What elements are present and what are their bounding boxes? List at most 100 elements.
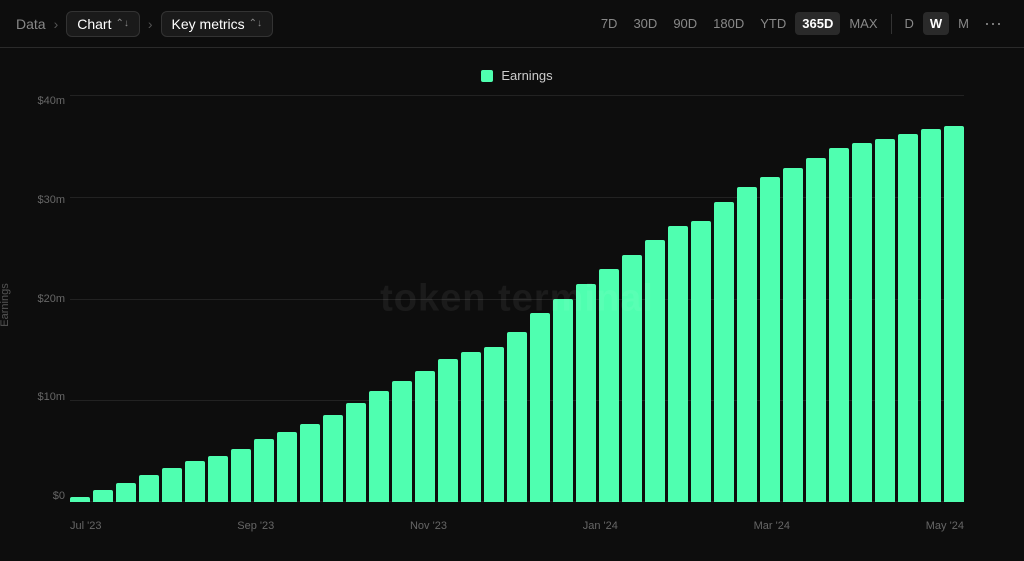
bar-wrapper-13: [369, 95, 389, 502]
interval-btn-w[interactable]: W: [923, 12, 949, 35]
bar-37[interactable]: [921, 129, 941, 502]
bar-25[interactable]: [645, 240, 665, 502]
more-options-button[interactable]: ···: [978, 11, 1008, 36]
bar-0[interactable]: [70, 497, 90, 502]
bar-15[interactable]: [415, 371, 435, 502]
bar-wrapper-12: [346, 95, 366, 502]
bar-wrapper-8: [254, 95, 274, 502]
bar-10[interactable]: [300, 424, 320, 502]
bar-wrapper-16: [438, 95, 458, 502]
bar-wrapper-14: [392, 95, 412, 502]
time-btn-90d[interactable]: 90D: [666, 12, 704, 35]
bar-wrapper-6: [208, 95, 228, 502]
bar-wrapper-1: [93, 95, 113, 502]
metrics-chevron-icon: ⌃↓: [249, 18, 262, 29]
breadcrumb-sep-2: ›: [148, 16, 153, 32]
bar-wrapper-15: [415, 95, 435, 502]
y-axis-title: Earnings: [0, 283, 11, 326]
bar-wrapper-18: [484, 95, 504, 502]
x-label-may24: May '24: [926, 520, 964, 532]
bar-30[interactable]: [760, 177, 780, 502]
chart-chevron-icon: ⌃↓: [115, 18, 128, 29]
x-label-mar24: Mar '24: [754, 520, 790, 532]
bar-33[interactable]: [829, 148, 849, 502]
time-controls: 7D 30D 90D 180D YTD 365D MAX D W M ···: [594, 11, 1008, 36]
bar-18[interactable]: [484, 347, 504, 502]
bar-wrapper-22: [576, 95, 596, 502]
time-btn-ytd[interactable]: YTD: [753, 12, 793, 35]
bar-5[interactable]: [185, 461, 205, 502]
bar-wrapper-21: [553, 95, 573, 502]
bar-23[interactable]: [599, 269, 619, 502]
time-btn-30d[interactable]: 30D: [626, 12, 664, 35]
bar-21[interactable]: [553, 299, 573, 503]
chart-dropdown[interactable]: Chart ⌃↓: [66, 11, 140, 37]
bar-wrapper-11: [323, 95, 343, 502]
bar-wrapper-34: [852, 95, 872, 502]
breadcrumb-data[interactable]: Data: [16, 16, 46, 32]
bar-1[interactable]: [93, 490, 113, 502]
time-btn-max[interactable]: MAX: [842, 12, 884, 35]
earnings-legend-dot: [481, 70, 493, 82]
bar-6[interactable]: [208, 456, 228, 503]
bar-26[interactable]: [668, 226, 688, 502]
bar-8[interactable]: [254, 439, 274, 502]
bar-2[interactable]: [116, 483, 136, 502]
bar-31[interactable]: [783, 168, 803, 502]
bar-28[interactable]: [714, 202, 734, 502]
bar-wrapper-36: [898, 95, 918, 502]
bar-wrapper-24: [622, 95, 642, 502]
bar-38[interactable]: [944, 126, 964, 502]
bar-35[interactable]: [875, 139, 895, 502]
bar-14[interactable]: [392, 381, 412, 502]
bar-24[interactable]: [622, 255, 642, 502]
bar-wrapper-37: [921, 95, 941, 502]
bar-3[interactable]: [139, 475, 159, 502]
bar-wrapper-33: [829, 95, 849, 502]
chart-area: Earnings $40m $30m $20m $10m $0 token te…: [70, 95, 964, 502]
y-label-10m: $10m: [15, 391, 65, 403]
bar-wrapper-7: [231, 95, 251, 502]
y-label-20m: $20m: [15, 293, 65, 305]
earnings-legend-label: Earnings: [501, 68, 552, 83]
bar-wrapper-26: [668, 95, 688, 502]
bar-wrapper-3: [139, 95, 159, 502]
x-label-jul23: Jul '23: [70, 520, 101, 532]
bar-7[interactable]: [231, 449, 251, 502]
y-axis: $40m $30m $20m $10m $0: [15, 95, 65, 502]
metrics-dropdown-label: Key metrics: [172, 16, 245, 32]
app-header: Data › Chart ⌃↓ › Key metrics ⌃↓ 7D 30D …: [0, 0, 1024, 48]
time-btn-180d[interactable]: 180D: [706, 12, 751, 35]
bar-9[interactable]: [277, 432, 297, 502]
bar-27[interactable]: [691, 221, 711, 502]
y-label-30m: $30m: [15, 194, 65, 206]
bar-32[interactable]: [806, 158, 826, 502]
bar-wrapper-19: [507, 95, 527, 502]
bar-29[interactable]: [737, 187, 757, 502]
interval-btn-m[interactable]: M: [951, 12, 976, 35]
y-label-40m: $40m: [15, 95, 65, 107]
x-label-sep23: Sep '23: [237, 520, 274, 532]
bar-4[interactable]: [162, 468, 182, 502]
time-btn-7d[interactable]: 7D: [594, 12, 625, 35]
time-btn-365d[interactable]: 365D: [795, 12, 840, 35]
bar-16[interactable]: [438, 359, 458, 502]
x-label-nov23: Nov '23: [410, 520, 447, 532]
metrics-dropdown[interactable]: Key metrics ⌃↓: [161, 11, 274, 37]
bar-34[interactable]: [852, 143, 872, 502]
bar-22[interactable]: [576, 284, 596, 502]
bar-11[interactable]: [323, 415, 343, 502]
bar-wrapper-10: [300, 95, 320, 502]
bar-19[interactable]: [507, 332, 527, 502]
bar-12[interactable]: [346, 403, 366, 502]
interval-btn-d[interactable]: D: [898, 12, 921, 35]
bar-17[interactable]: [461, 352, 481, 502]
bar-20[interactable]: [530, 313, 550, 502]
x-axis: Jul '23 Sep '23 Nov '23 Jan '24 Mar '24 …: [70, 520, 964, 532]
bar-wrapper-29: [737, 95, 757, 502]
chart-legend: Earnings: [70, 68, 964, 83]
bar-13[interactable]: [369, 391, 389, 502]
chart-container: Earnings Earnings $40m $30m $20m $10m $0…: [0, 48, 1024, 561]
bar-wrapper-23: [599, 95, 619, 502]
bar-36[interactable]: [898, 134, 918, 502]
